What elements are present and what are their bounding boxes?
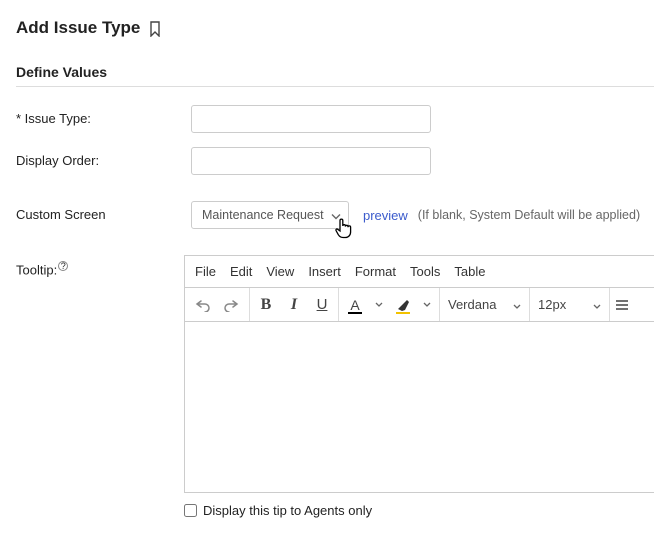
- editor-menu-view[interactable]: View: [266, 264, 294, 279]
- redo-button[interactable]: [217, 288, 245, 322]
- font-color-button[interactable]: A: [341, 288, 369, 322]
- editor-menu-edit[interactable]: Edit: [230, 264, 252, 279]
- more-options-button[interactable]: [610, 288, 634, 321]
- custom-screen-select[interactable]: Maintenance Request: [191, 201, 349, 229]
- rich-text-editor: File Edit View Insert Format Tools Table: [184, 255, 654, 493]
- issue-type-input[interactable]: [191, 105, 431, 133]
- font-color-chevron[interactable]: [369, 288, 389, 322]
- help-icon[interactable]: ?: [58, 261, 68, 271]
- underline-button[interactable]: U: [308, 288, 336, 322]
- bookmark-icon[interactable]: [148, 21, 162, 40]
- section-heading: Define Values: [16, 64, 654, 80]
- custom-screen-hint: (If blank, System Default will be applie…: [418, 208, 640, 222]
- font-size-select[interactable]: 12px: [530, 288, 610, 321]
- editor-menu-table[interactable]: Table: [454, 264, 485, 279]
- agents-only-label: Display this tip to Agents only: [203, 503, 372, 518]
- undo-button[interactable]: [189, 288, 217, 322]
- highlight-button[interactable]: [389, 288, 417, 322]
- italic-button[interactable]: I: [280, 288, 308, 322]
- editor-menu-file[interactable]: File: [195, 264, 216, 279]
- editor-toolbar: B I U A: [185, 288, 654, 322]
- agents-only-checkbox[interactable]: [184, 504, 197, 517]
- chevron-down-icon: [593, 297, 601, 312]
- editor-menu-format[interactable]: Format: [355, 264, 396, 279]
- editor-menu-tools[interactable]: Tools: [410, 264, 440, 279]
- bold-button[interactable]: B: [252, 288, 280, 322]
- issue-type-label: * Issue Type:: [16, 105, 191, 126]
- font-family-select[interactable]: Verdana: [440, 288, 530, 321]
- page-title: Add Issue Type: [16, 18, 140, 38]
- display-order-input[interactable]: [191, 147, 431, 175]
- tooltip-label: Tooltip:?: [16, 255, 184, 277]
- display-order-label: Display Order:: [16, 147, 191, 168]
- chevron-down-icon: [513, 297, 521, 312]
- editor-body[interactable]: [185, 322, 654, 492]
- highlight-chevron[interactable]: [417, 288, 437, 322]
- custom-screen-label: Custom Screen: [16, 201, 191, 222]
- section-divider: [16, 86, 654, 87]
- preview-link[interactable]: preview: [363, 208, 408, 223]
- editor-menubar: File Edit View Insert Format Tools Table: [185, 256, 654, 288]
- editor-menu-insert[interactable]: Insert: [308, 264, 341, 279]
